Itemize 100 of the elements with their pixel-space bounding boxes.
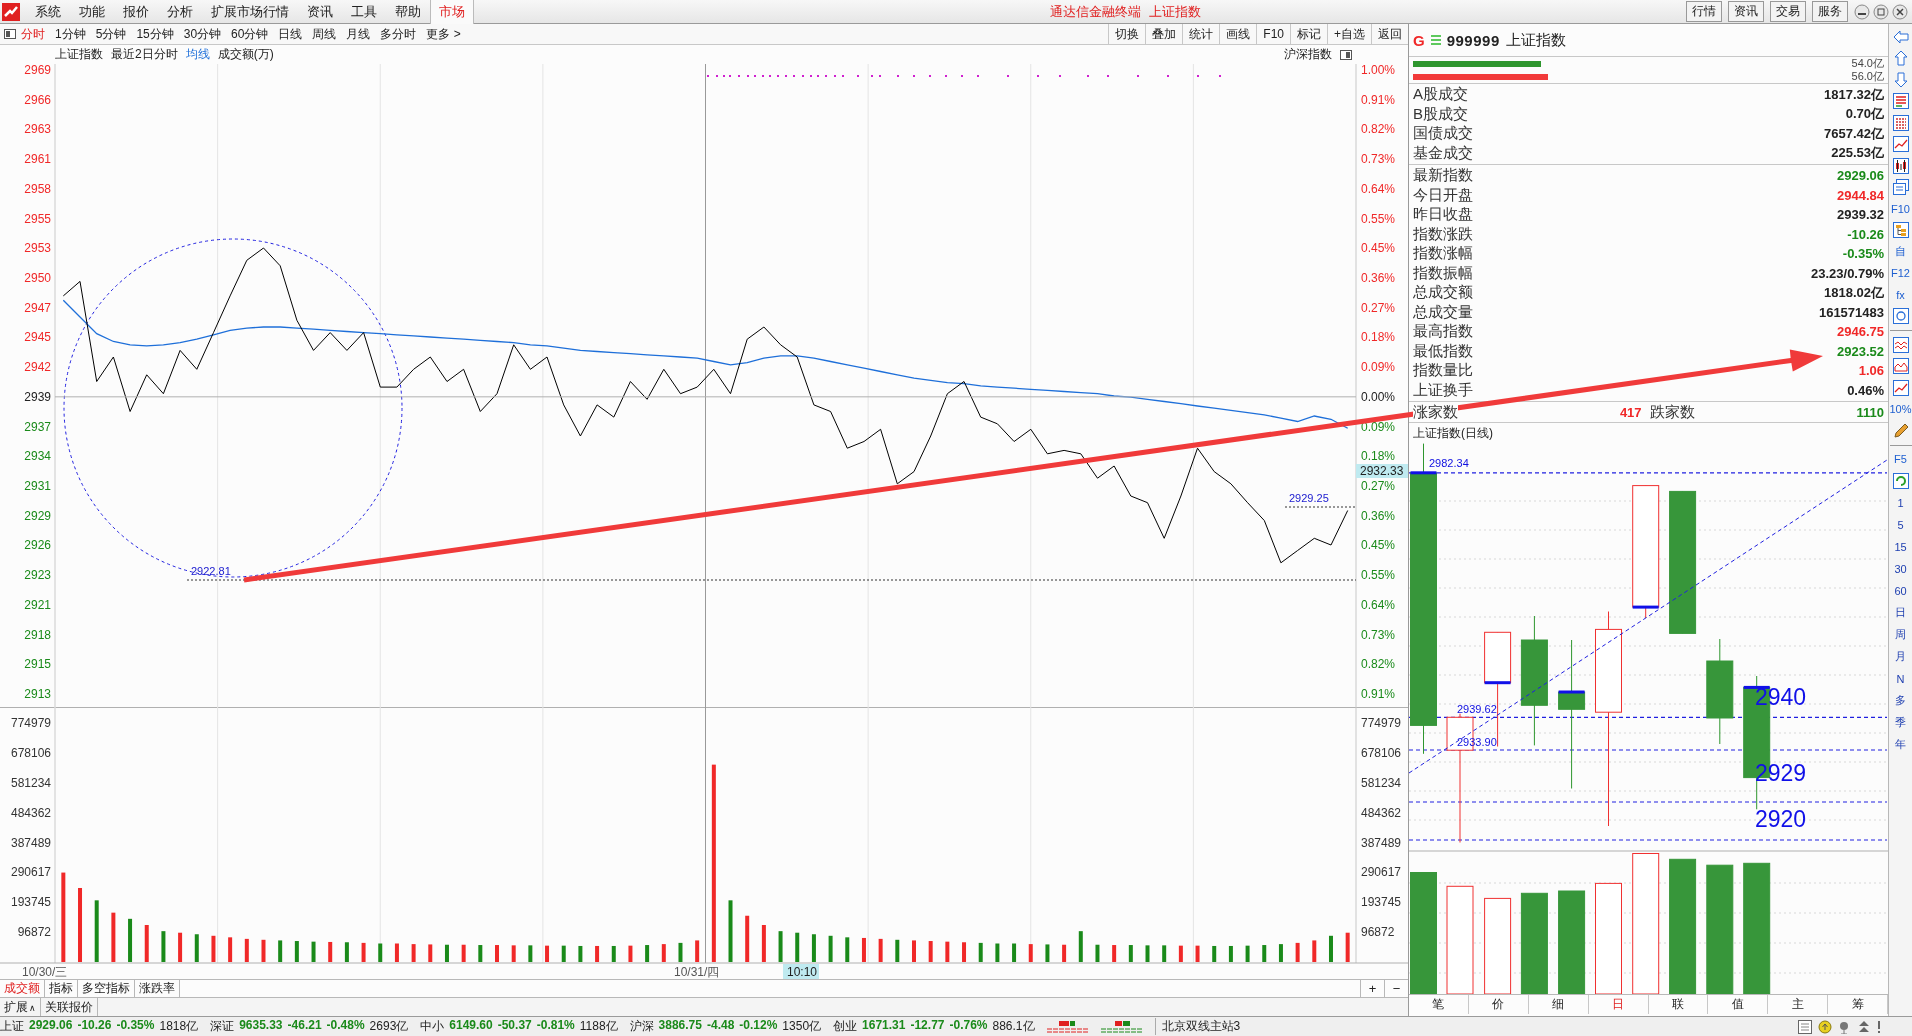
stat-label: 跌家数 <box>1649 402 1695 422</box>
date-label: 10/31/四 <box>674 965 720 979</box>
axis-label: 484362 <box>1361 805 1402 820</box>
stat-label: 国债成交 <box>1413 124 1473 144</box>
index-change: -10.26 <box>77 1018 112 1034</box>
stat-value: 2939.32 <box>1837 207 1884 223</box>
index-percent: -0.48% <box>326 1018 365 1034</box>
stock-name: 上证指数 <box>1505 30 1566 50</box>
axis-label: 2937 <box>24 419 51 434</box>
axis-label: 2953 <box>24 241 51 256</box>
stock-code: 999999 <box>1446 31 1500 49</box>
stat-label: 总成交额 <box>1413 283 1473 303</box>
axis-label: 0.36% <box>1361 271 1396 286</box>
stat-value: 2946.75 <box>1837 324 1884 340</box>
legend-label: 成交额(万) <box>217 46 274 63</box>
price-label: 2933.90 <box>1457 736 1497 748</box>
stat-value: 2944.84 <box>1837 187 1884 203</box>
axis-label: 0.91% <box>1361 687 1396 701</box>
index-name: 沪深 <box>629 1018 654 1035</box>
axis-label: 193745 <box>1361 895 1402 910</box>
axis-label: 387489 <box>1361 835 1402 850</box>
stat-label: 指数振幅 <box>1413 263 1473 283</box>
index-percent: -0.35% <box>116 1018 155 1034</box>
index-value: 2929.06 <box>29 1018 73 1034</box>
stat-label: 基金成交 <box>1413 143 1473 163</box>
stat-value: 225.53亿 <box>1831 144 1884 163</box>
axis-label: 2921 <box>24 597 51 612</box>
market-label: 沪深指数 <box>1284 46 1332 63</box>
axis-label: 0.09% <box>1361 419 1396 434</box>
app-title: 通达信金融终端 <box>1050 2 1141 21</box>
stat-value: 1.06 <box>1858 363 1884 379</box>
kline-title: 上证指数(日线) <box>1412 424 1494 442</box>
window-title: 上证指数 <box>1149 2 1201 21</box>
axis-label: 0.00% <box>1361 389 1396 404</box>
stat-value: -10.26 <box>1847 226 1884 242</box>
index-amount: 1188亿 <box>579 1018 618 1035</box>
index-name: 中小 <box>420 1018 445 1035</box>
stat-label: 最高指数 <box>1413 322 1473 342</box>
stat-value: 0.70亿 <box>1845 105 1884 124</box>
axis-label: 2929 <box>24 508 51 523</box>
axis-label: 2934 <box>24 449 51 464</box>
axis-label: 0.45% <box>1361 241 1396 256</box>
legend-label: 均线 <box>185 46 210 63</box>
index-name: 创业 <box>833 1018 858 1035</box>
axis-label: 0.91% <box>1361 92 1396 107</box>
axis-label: 2931 <box>24 479 51 494</box>
axis-label: 0.55% <box>1361 568 1396 583</box>
stat-label: 总成交量 <box>1413 302 1473 322</box>
index-percent: -0.76% <box>949 1018 988 1034</box>
index-amount: 1818亿 <box>159 1018 199 1035</box>
axis-label: 581234 <box>1361 775 1402 790</box>
axis-label: 2947 <box>24 300 51 315</box>
index-value: 3886.75 <box>658 1018 702 1034</box>
axis-label: 290617 <box>10 865 51 880</box>
axis-label: 0.36% <box>1361 508 1396 523</box>
index-change: -4.48 <box>706 1018 735 1034</box>
index-change: -12.77 <box>910 1018 945 1034</box>
index-name: 上证 <box>0 1018 24 1035</box>
axis-label: 0.64% <box>1361 597 1396 612</box>
stat-value: 1817.32亿 <box>1824 85 1884 104</box>
axis-label: 1.00% <box>1361 64 1396 77</box>
axis-label: 0.73% <box>1361 152 1396 167</box>
axis-label: 2939 <box>24 389 51 404</box>
axis-label: 0.27% <box>1361 479 1396 494</box>
axis-label: 774979 <box>10 716 51 730</box>
chart-range: 最近2日分时 <box>111 46 178 63</box>
axis-label: 2926 <box>24 538 51 553</box>
chart-title: 上证指数 <box>55 46 103 63</box>
axis-label: 0.73% <box>1361 627 1396 642</box>
axis-label: 2961 <box>24 152 51 167</box>
index-value: 1671.31 <box>862 1018 906 1034</box>
axis-label: 2958 <box>24 181 51 196</box>
index-amount: 1350亿 <box>782 1018 822 1035</box>
index-value: 6149.60 <box>449 1018 493 1034</box>
axis-label: 0.64% <box>1361 181 1396 196</box>
axis-label: 0.45% <box>1361 538 1396 553</box>
stat-value: 161571483 <box>1818 304 1884 320</box>
axis-label: 2955 <box>24 211 51 226</box>
stat-label: 最新指数 <box>1413 166 1473 186</box>
axis-label: 0.09% <box>1361 360 1396 375</box>
price-label: 2920 <box>1755 806 1807 832</box>
index-amount: 2693亿 <box>369 1018 409 1035</box>
stat-label: B股成交 <box>1413 104 1468 124</box>
index-percent: -0.81% <box>536 1018 575 1034</box>
axis-label: 0.82% <box>1361 122 1396 137</box>
axis-label: 2913 <box>24 687 51 701</box>
axis-label: 96872 <box>17 925 51 940</box>
stat-label: 指数涨幅 <box>1413 244 1473 264</box>
stat-value: 0.46% <box>1847 382 1884 398</box>
stat-label: 上证换手 <box>1413 380 1473 400</box>
stat-label: 昨日收盘 <box>1413 205 1473 225</box>
axis-label: 193745 <box>10 895 51 910</box>
axis-label: 0.82% <box>1361 657 1396 672</box>
stat-value: 7657.42亿 <box>1824 124 1884 143</box>
axis-label: 581234 <box>10 775 51 790</box>
axis-label: 2963 <box>24 122 51 137</box>
axis-label: 0.18% <box>1361 330 1396 345</box>
price-label: 2939.62 <box>1457 703 1497 715</box>
stat-value: 23.23/0.79% <box>1811 265 1884 281</box>
time-readout: 10:10 <box>783 964 819 979</box>
